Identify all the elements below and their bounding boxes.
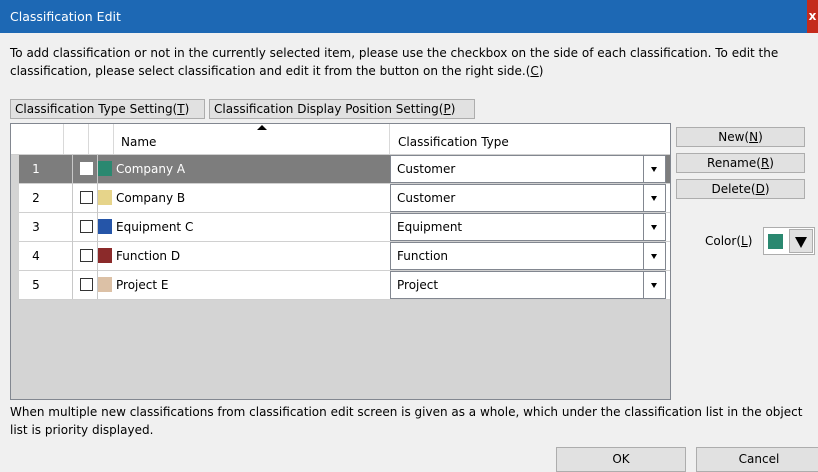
row-type-value: Project <box>397 278 439 292</box>
row-classification-type-select[interactable]: Customer <box>390 155 666 183</box>
row-type-value: Equipment <box>397 220 463 234</box>
row-number: 4 <box>32 249 40 263</box>
color-dropdown-icon[interactable] <box>789 229 813 253</box>
close-button[interactable]: x <box>807 0 818 33</box>
row-checkbox[interactable] <box>80 249 93 262</box>
row-name: Function D <box>116 249 181 263</box>
color-label: Color(L) <box>705 234 753 248</box>
header-name[interactable]: Name <box>114 124 390 154</box>
dialog-title: Classification Edit <box>10 9 121 24</box>
title-bar[interactable]: Classification Edit x <box>0 0 818 33</box>
row-checkbox[interactable] <box>80 191 93 204</box>
hotkey-c: C <box>530 64 539 78</box>
color-swatch <box>768 234 783 249</box>
table-row[interactable]: 1 Company A Customer <box>19 155 670 184</box>
row-classification-type-select[interactable]: Customer <box>390 184 666 212</box>
row-number: 1 <box>32 162 40 176</box>
row-name: Project E <box>116 278 169 292</box>
row-checkbox[interactable] <box>80 220 93 233</box>
row-type-value: Customer <box>397 162 456 176</box>
ok-button[interactable]: OK <box>556 447 686 472</box>
header-check-col <box>64 124 89 154</box>
classification-display-position-button[interactable]: Classification Display Position Setting(… <box>209 99 475 119</box>
row-color-swatch <box>97 248 112 263</box>
column-divider <box>72 154 73 299</box>
row-type-value: Customer <box>397 191 456 205</box>
row-checkbox[interactable] <box>80 162 93 175</box>
grid-header: Name Classification Type <box>11 124 670 155</box>
header-color-col <box>89 124 114 154</box>
chevron-down-icon[interactable] <box>643 185 665 211</box>
row-classification-type-select[interactable]: Equipment <box>390 213 666 241</box>
rename-button[interactable]: Rename(R) <box>676 153 805 173</box>
row-classification-type-select[interactable]: Project <box>390 271 666 299</box>
new-button[interactable]: New(N) <box>676 127 805 147</box>
color-picker[interactable] <box>763 227 815 255</box>
row-name: Company A <box>116 162 186 176</box>
row-number: 3 <box>32 220 40 234</box>
row-number: 2 <box>32 191 40 205</box>
row-color-swatch <box>97 190 112 205</box>
header-classification-type[interactable]: Classification Type <box>390 124 670 154</box>
row-type-value: Function <box>397 249 449 263</box>
chevron-down-icon[interactable] <box>643 272 665 298</box>
instruction-text: To add classification or not in the curr… <box>10 46 779 78</box>
row-color-swatch <box>97 277 112 292</box>
chevron-down-icon[interactable] <box>643 214 665 240</box>
classification-type-setting-button[interactable]: Classification Type Setting(T) <box>10 99 205 119</box>
row-color-swatch <box>97 219 112 234</box>
table-row[interactable]: 2 Company B Customer <box>19 184 670 213</box>
cancel-button[interactable]: Cancel <box>696 447 818 472</box>
row-color-swatch <box>97 161 112 176</box>
classification-edit-dialog: Classification Edit x To add classificat… <box>0 0 818 472</box>
table-row[interactable]: 3 Equipment C Equipment <box>19 213 670 242</box>
row-name: Equipment C <box>116 220 194 234</box>
chevron-down-icon[interactable] <box>643 156 665 182</box>
chevron-down-icon[interactable] <box>643 243 665 269</box>
row-number: 5 <box>32 278 40 292</box>
table-row[interactable]: 5 Project E Project <box>19 271 670 300</box>
row-name: Company B <box>116 191 186 205</box>
row-classification-type-select[interactable]: Function <box>390 242 666 270</box>
classification-grid[interactable]: Name Classification Type 1 Company A Custo… <box>10 123 671 400</box>
header-number-col <box>11 124 64 154</box>
sort-ascending-icon <box>257 125 267 130</box>
column-divider <box>97 154 98 299</box>
row-checkbox[interactable] <box>80 278 93 291</box>
delete-button[interactable]: Delete(D) <box>676 179 805 199</box>
priority-note: When multiple new classifications from c… <box>10 405 803 437</box>
table-row[interactable]: 4 Function D Function <box>19 242 670 271</box>
